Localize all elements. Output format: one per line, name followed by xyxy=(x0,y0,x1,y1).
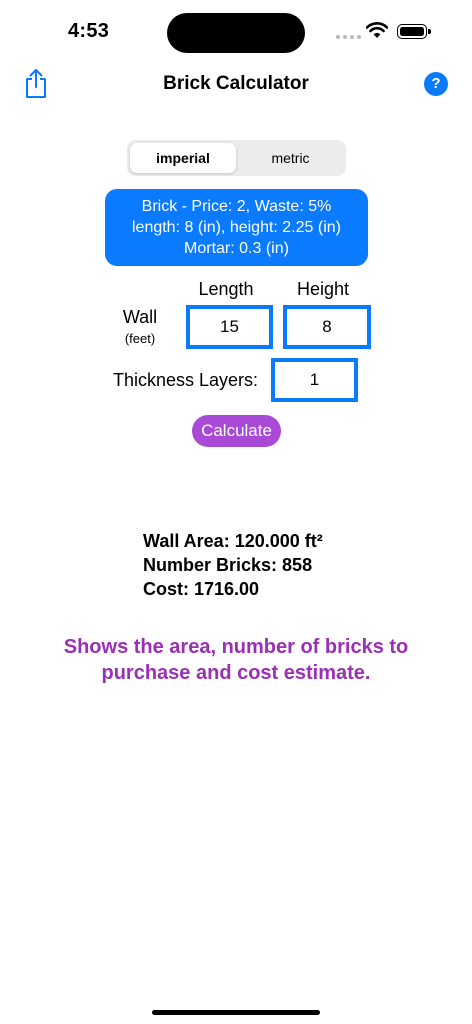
home-indicator[interactable] xyxy=(152,1010,320,1015)
brick-info-card[interactable]: Brick - Price: 2, Waste: 5% length: 8 (i… xyxy=(105,189,368,266)
page-title: Brick Calculator xyxy=(163,73,309,94)
help-icon[interactable]: ? xyxy=(424,72,448,96)
number-bricks-result: Number Bricks: 858 xyxy=(143,555,313,575)
wall-area-result: Wall Area: 120.000 ft² xyxy=(143,531,323,551)
wall-unit-label: (feet) xyxy=(124,331,156,346)
brick-info-line: Mortar: 0.3 (in) xyxy=(184,240,289,257)
dynamic-island xyxy=(167,13,305,53)
brick-info-line: Brick - Price: 2, Waste: 5% xyxy=(141,198,332,215)
length-header: Length xyxy=(198,279,254,299)
cellular-signal-icon xyxy=(336,35,361,39)
segment-imperial[interactable]: imperial xyxy=(130,143,236,173)
thickness-input[interactable]: 1 xyxy=(271,358,358,402)
brick-info-line: length: 8 (in), height: 2.25 (in) xyxy=(131,219,341,236)
wall-length-input[interactable]: 15 xyxy=(186,305,273,349)
battery-icon xyxy=(397,24,427,39)
segment-metric[interactable]: metric xyxy=(238,143,343,173)
battery-cap xyxy=(428,29,431,34)
calculate-button[interactable]: Calculate xyxy=(192,415,281,447)
cost-result: Cost: 1716.00 xyxy=(143,579,260,599)
description-line: Shows the area, number of bricks to xyxy=(63,636,409,658)
wall-label: Wall xyxy=(122,307,158,327)
wall-height-input[interactable]: 8 xyxy=(283,305,371,349)
unit-segmented-control: imperial metric xyxy=(127,140,346,176)
description-text: Shows the area, number of bricks to purc… xyxy=(20,634,452,686)
description-line: purchase and cost estimate. xyxy=(101,662,371,684)
status-time: 4:53 xyxy=(68,20,110,42)
thickness-label: Thickness Layers: xyxy=(113,370,259,390)
height-header: Height xyxy=(296,279,350,299)
wifi-icon xyxy=(366,22,388,38)
